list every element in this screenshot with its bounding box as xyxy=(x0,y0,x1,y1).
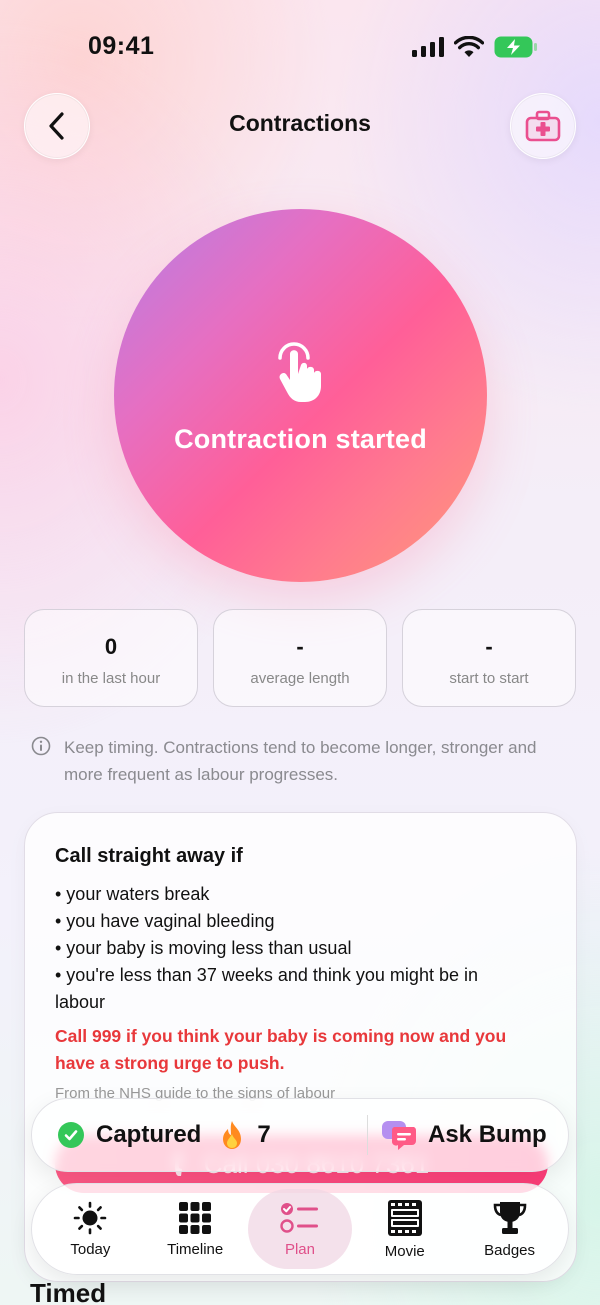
captured-label: Captured xyxy=(96,1121,202,1148)
ask-bump-button[interactable]: Ask Bump xyxy=(368,1119,547,1151)
list-item: • your waters break xyxy=(55,884,210,904)
stat-value: 0 xyxy=(104,634,118,659)
chat-bubbles-icon xyxy=(382,1121,417,1150)
tab-label: Today xyxy=(70,1240,111,1258)
captured-bar: Captured 7 Ask Bump xyxy=(31,1098,569,1172)
info-note: Keep timing. Contractions tend to become… xyxy=(64,738,537,784)
list-item: • your baby is moving less than usual xyxy=(55,938,352,958)
stat-card-average-length: - average length xyxy=(213,609,387,707)
tab-movie[interactable]: Movie xyxy=(353,1189,457,1269)
first-aid-kit-icon xyxy=(525,110,561,142)
tap-hand-icon xyxy=(277,342,321,402)
stat-value: - xyxy=(485,634,493,659)
timer-button-label: Contraction started xyxy=(174,424,427,454)
status-time: 09:41 xyxy=(88,32,155,60)
grid-icon xyxy=(179,1201,212,1234)
fire-icon xyxy=(223,1121,242,1149)
tab-timeline[interactable]: Timeline xyxy=(143,1189,247,1269)
emergency-warning: Call 999 if you think your baby is comin… xyxy=(55,1026,507,1073)
tab-plan[interactable]: Plan xyxy=(247,1189,352,1269)
section-heading-timed: Timed xyxy=(30,1278,107,1305)
streak-count: 7 xyxy=(257,1121,271,1148)
cellular-signal-icon xyxy=(412,37,444,57)
tab-label: Plan xyxy=(284,1240,315,1258)
stat-label: in the last hour xyxy=(61,670,161,687)
tab-label: Movie xyxy=(384,1242,425,1260)
status-icons xyxy=(412,36,538,58)
call-card-title: Call straight away if xyxy=(55,845,243,867)
battery-charging-icon xyxy=(494,36,537,58)
tab-label: Badges xyxy=(484,1241,536,1259)
stat-value: - xyxy=(296,634,304,659)
tab-badges[interactable]: Badges xyxy=(458,1189,562,1269)
stat-label: start to start xyxy=(449,670,529,687)
film-icon xyxy=(387,1199,422,1236)
stat-card-last-hour: 0 in the last hour xyxy=(24,609,198,707)
wifi-icon xyxy=(454,36,484,57)
captured-button[interactable]: Captured 7 xyxy=(32,1099,367,1171)
list-item: • you have vaginal bleeding xyxy=(55,911,275,931)
ask-bump-label: Ask Bump xyxy=(428,1121,547,1148)
trophy-icon xyxy=(493,1201,526,1234)
sun-icon xyxy=(74,1201,107,1234)
info-icon xyxy=(31,736,51,756)
list-item: • you're less than 37 weeks and think yo… xyxy=(55,965,478,1012)
tab-today[interactable]: Today xyxy=(38,1189,142,1269)
first-aid-kit-button[interactable] xyxy=(510,93,576,159)
bottom-tab-bar: Today Timeline Plan Movie Badges xyxy=(31,1183,569,1275)
call-reasons-list: • your waters break • you have vaginal b… xyxy=(55,881,525,1016)
check-circle-icon xyxy=(58,1122,84,1148)
stat-card-start-to-start: - start to start xyxy=(402,609,576,707)
stat-label: average length xyxy=(250,670,350,687)
tab-label: Timeline xyxy=(167,1240,224,1258)
contraction-timer-button[interactable]: Contraction started xyxy=(114,209,487,582)
checklist-icon xyxy=(280,1202,318,1233)
